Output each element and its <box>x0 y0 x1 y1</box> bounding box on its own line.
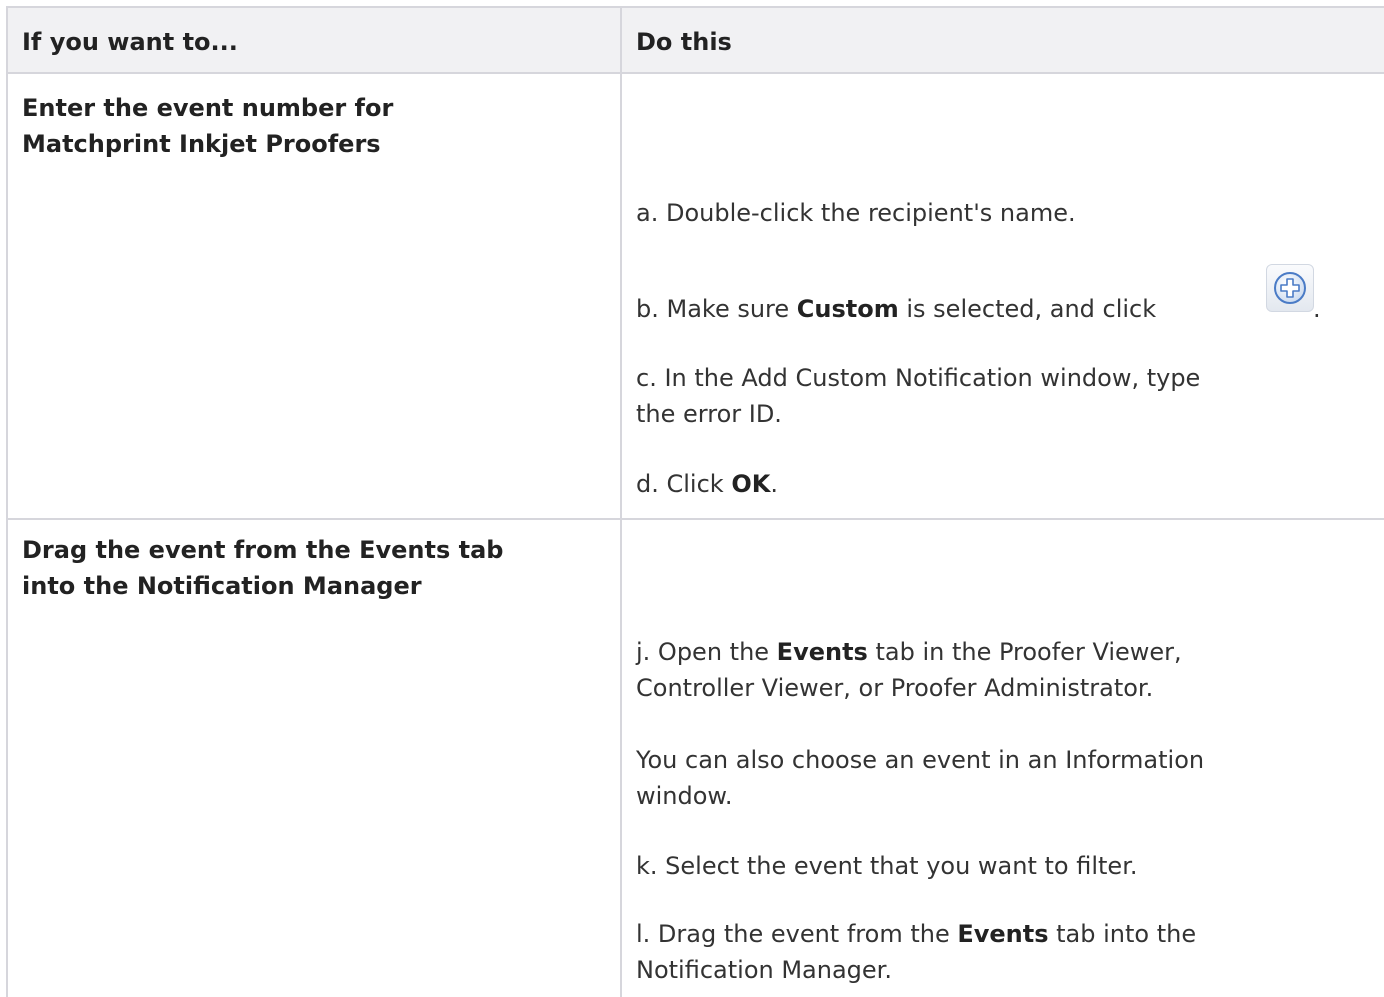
row1-step-d: d. Click OK. <box>636 466 778 502</box>
step-j-bold: Events <box>776 638 868 666</box>
instructions-table: If you want to... Do this Enter the even… <box>6 6 1384 997</box>
row2-step-l-line1: l. Drag the event from the Events tab in… <box>636 916 1196 952</box>
step-d-bold: OK <box>731 470 771 498</box>
table-left-border <box>6 6 8 997</box>
row2-note-line1: You can also choose an event in an Infor… <box>636 746 1205 774</box>
step-d-pre: d. Click <box>636 470 732 498</box>
row1-action-line1: Enter the event number for <box>22 94 394 122</box>
add-plus-icon <box>1266 264 1314 312</box>
step-l-post: tab into the <box>1048 920 1197 948</box>
column-divider <box>620 6 622 997</box>
row1-step-b: b. Make sure Custom is selected, and cli… <box>636 291 1156 327</box>
header-col-steps: Do this <box>636 28 732 56</box>
row2-action-line1: Drag the event from the Events tab <box>22 536 504 564</box>
row2-note-line2: window. <box>636 782 733 810</box>
step-b-end: . <box>1313 295 1321 323</box>
step-b-post: is selected, and click <box>898 295 1157 323</box>
header-col-action: If you want to... <box>22 28 238 56</box>
row1-step-a: a. Double-click the recipient's name. <box>636 199 1076 227</box>
row2-action-line2: into the Notification Manager <box>22 572 422 600</box>
header-divider <box>6 72 1384 74</box>
step-b-pre: b. Make sure <box>636 295 797 323</box>
step-j-post: tab in the Proofer Viewer, <box>867 638 1182 666</box>
row1-step-c-line2: the error ID. <box>636 400 782 428</box>
row-divider <box>6 518 1384 520</box>
row2-step-j-line2: Controller Viewer, or Proofer Administra… <box>636 674 1154 702</box>
row2-step-j-line1: j. Open the Events tab in the Proofer Vi… <box>636 634 1182 670</box>
row1-step-c-line1: c. In the Add Custom Notification window… <box>636 364 1201 392</box>
row2-step-k: k. Select the event that you want to fil… <box>636 852 1138 880</box>
row2-step-l-line2: Notification Manager. <box>636 956 892 984</box>
step-j-pre: j. Open the <box>636 638 777 666</box>
add-plus-icon-graphic <box>1274 272 1306 304</box>
step-l-bold: Events <box>957 920 1049 948</box>
step-d-post: . <box>770 470 778 498</box>
step-l-pre: l. Drag the event from the <box>636 920 958 948</box>
step-b-bold: Custom <box>796 295 899 323</box>
row1-action-line2: Matchprint Inkjet Proofers <box>22 130 381 158</box>
table-top-border <box>6 6 1384 8</box>
